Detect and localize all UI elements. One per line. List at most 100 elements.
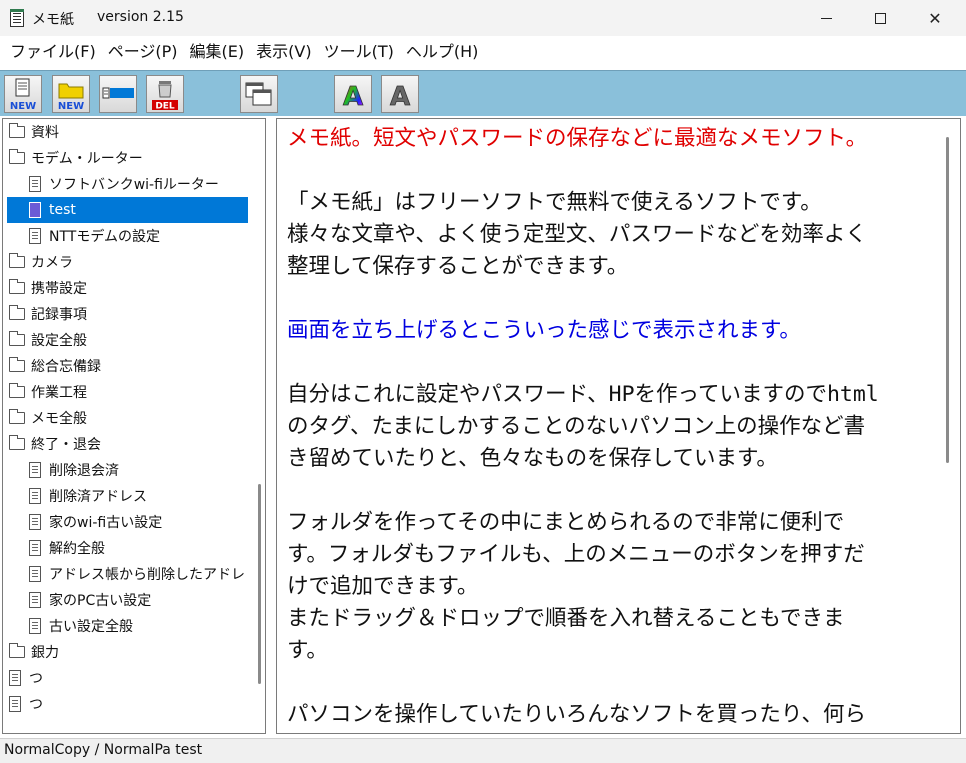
- tree-folder-item[interactable]: 記録事項: [3, 301, 253, 327]
- tree-file-item[interactable]: アドレス帳から削除したアドレ: [3, 561, 253, 587]
- folder-icon: [9, 409, 25, 424]
- new-folder-button[interactable]: NEW: [52, 75, 90, 113]
- tree-item-label: 削除済アドレス: [49, 489, 147, 505]
- minimize-icon: [820, 17, 832, 19]
- windows-icon: [245, 82, 272, 106]
- folder-icon: [9, 357, 25, 372]
- memo-text[interactable]: メモ紙。短文やパスワードの保存などに最適なメモソフト。 「メモ紙」はフリーソフトで…: [287, 123, 937, 731]
- tree-folder-item[interactable]: 携帯設定: [3, 275, 253, 301]
- font-color-icon: A: [343, 82, 364, 112]
- trash-icon: DEL: [152, 81, 178, 112]
- memo-line: [287, 347, 937, 379]
- tree-file-item[interactable]: 家のwi-fi古い設定: [3, 509, 253, 535]
- tree-item-label: カメラ: [31, 255, 73, 271]
- memo-line: 「メモ紙」はフリーソフトで無料で使えるソフトです。: [287, 190, 822, 215]
- tree-item-label: 家のPC古い設定: [49, 593, 152, 609]
- tree-folder-item[interactable]: 総合忘備録: [3, 353, 253, 379]
- tree-item-label: NTTモデムの設定: [49, 229, 161, 245]
- rename-icon: [102, 87, 134, 99]
- tree-item-label: アドレス帳から削除したアドレ: [49, 567, 245, 583]
- tree-file-item[interactable]: ソフトバンクwi-fiルーター: [3, 171, 253, 197]
- memo-line: す。: [287, 638, 328, 663]
- svg-text:NEW: NEW: [10, 101, 36, 112]
- tree-file-item[interactable]: 家のPC古い設定: [3, 587, 253, 613]
- memo-line: 自分はこれに設定やパスワード、HPを作っていますのでhtml: [287, 382, 879, 407]
- rename-button[interactable]: [99, 75, 137, 113]
- document-icon: [29, 592, 41, 608]
- folder-icon: [9, 253, 25, 268]
- document-icon: [9, 696, 21, 712]
- folder-icon: [9, 305, 25, 320]
- tree-item-label: 銀力: [31, 645, 59, 661]
- tree-folder-item[interactable]: カメラ: [3, 249, 253, 275]
- memo-line: [287, 667, 937, 699]
- menu-page[interactable]: ページ(P): [102, 36, 184, 68]
- tree-item-label: 削除退会済: [49, 463, 119, 479]
- tree-file-item[interactable]: NTTモデムの設定: [3, 223, 253, 249]
- folder-tree[interactable]: 資料モデム・ルーターソフトバンクwi-fiルーター test NTTモデムの設定カメ…: [2, 118, 266, 734]
- tree-item-label: 携帯設定: [31, 281, 87, 297]
- window-layout-button[interactable]: [240, 75, 278, 113]
- tree-item-label: つ: [29, 671, 43, 687]
- editor-scrollbar[interactable]: [946, 137, 949, 463]
- document-icon: [29, 540, 41, 556]
- maximize-button[interactable]: [857, 0, 903, 36]
- tree-file-item[interactable]: つ: [3, 665, 253, 691]
- tree-folder-item[interactable]: メモ全般: [3, 405, 253, 431]
- toolbar: NEW NEW DEL A A: [0, 70, 966, 116]
- memo-line: のタグ、たまにしかすることのないパソコン上の操作など書: [287, 414, 866, 439]
- font-button[interactable]: A: [381, 75, 419, 113]
- window-title: メモ紙: [32, 12, 74, 28]
- memo-line: けで追加できます。: [287, 574, 479, 599]
- tree-item-label: test: [49, 202, 76, 218]
- tree-file-item[interactable]: つ: [3, 691, 253, 717]
- tree-item-label: 資料: [31, 125, 59, 141]
- tree-folder-item[interactable]: 資料: [3, 119, 253, 145]
- font-color-button[interactable]: A: [334, 75, 372, 113]
- new-file-icon: NEW: [10, 78, 36, 112]
- tree-item-label: モデム・ルーター: [31, 151, 143, 167]
- tree-file-item[interactable]: 削除退会済: [3, 457, 253, 483]
- memo-line: [287, 155, 937, 187]
- maximize-icon: [874, 12, 886, 24]
- tree-file-item[interactable]: 解約全般: [3, 535, 253, 561]
- tree-item-label: 総合忘備録: [31, 359, 101, 375]
- document-icon: [29, 514, 41, 530]
- minimize-button[interactable]: [803, 0, 849, 36]
- memo-editor[interactable]: メモ紙。短文やパスワードの保存などに最適なメモソフト。 「メモ紙」はフリーソフトで…: [276, 118, 961, 734]
- menu-bar: ファイル(F) ページ(P) 編集(E) 表示(V) ツール(T) ヘルプ(H): [0, 36, 966, 68]
- menu-view[interactable]: 表示(V): [250, 36, 317, 68]
- tree-item-label: 設定全般: [31, 333, 87, 349]
- close-icon: ✕: [928, 8, 942, 28]
- tree-folder-item[interactable]: 銀力: [3, 639, 253, 665]
- menu-help[interactable]: ヘルプ(H): [400, 36, 485, 68]
- tree-folder-item[interactable]: モデム・ルーター: [3, 145, 253, 171]
- tree-file-item[interactable]: 削除済アドレス: [3, 483, 253, 509]
- menu-edit[interactable]: 編集(E): [184, 36, 251, 68]
- menu-tools[interactable]: ツール(T): [318, 36, 400, 68]
- delete-button[interactable]: DEL: [146, 75, 184, 113]
- menu-file[interactable]: ファイル(F): [4, 36, 102, 68]
- tree-folder-item[interactable]: 終了・退会: [3, 431, 253, 457]
- memo-line: す。フォルダもファイルも、上のメニューのボタンを押すだ: [287, 542, 865, 567]
- tree-folder-item[interactable]: 作業工程: [3, 379, 253, 405]
- window-version: version 2.15: [97, 9, 184, 25]
- document-icon: [29, 488, 41, 504]
- memo-line: フォルダを作ってその中にまとめられるので非常に便利で: [287, 510, 845, 535]
- document-icon: [29, 566, 41, 582]
- memo-line: [287, 475, 937, 507]
- svg-text:DEL: DEL: [155, 102, 175, 112]
- tree-item-label: ソフトバンクwi-fiルーター: [49, 177, 219, 193]
- memo-line: パソコンを操作していたりいろんなソフトを買ったり、何ら: [287, 702, 866, 727]
- new-file-button[interactable]: NEW: [4, 75, 42, 113]
- folder-icon: [9, 123, 25, 138]
- title-bar: メモ紙 version 2.15 ✕: [0, 0, 966, 36]
- tree-scrollbar[interactable]: [258, 484, 261, 684]
- folder-icon: [9, 435, 25, 450]
- tree-file-item[interactable]: 古い設定全般: [3, 613, 253, 639]
- close-button[interactable]: ✕: [912, 0, 958, 36]
- tree-folder-item[interactable]: 設定全般: [3, 327, 253, 353]
- document-icon: [29, 202, 41, 218]
- tree-file-item[interactable]: test: [3, 197, 253, 223]
- svg-text:NEW: NEW: [58, 101, 84, 112]
